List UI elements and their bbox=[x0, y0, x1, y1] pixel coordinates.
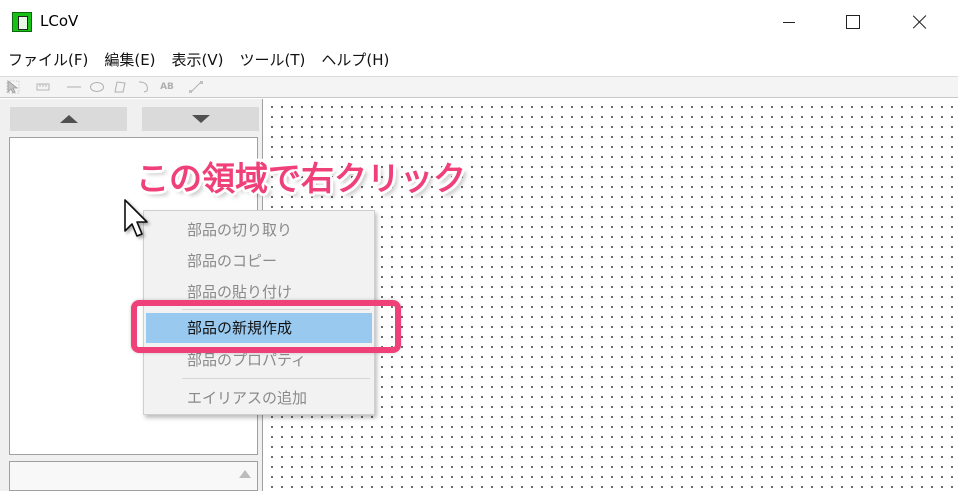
window-title: LCoV bbox=[40, 12, 79, 30]
polygon-icon[interactable] bbox=[112, 80, 128, 94]
close-icon bbox=[912, 14, 928, 30]
resize-icon[interactable] bbox=[188, 80, 204, 94]
mouse-cursor-icon bbox=[124, 199, 148, 237]
app-window: LCoV ファイル(F) 編集(E) 表示(V) ツール(T) ヘルプ(H) A… bbox=[0, 0, 958, 491]
menu-view[interactable]: 表示(V) bbox=[164, 46, 232, 74]
scroll-up-small-icon[interactable] bbox=[239, 470, 251, 478]
ruler-icon[interactable] bbox=[36, 80, 50, 94]
ellipse-icon[interactable] bbox=[89, 80, 105, 94]
menu-file[interactable]: ファイル(F) bbox=[0, 46, 96, 74]
menu-edit[interactable]: 編集(E) bbox=[96, 46, 163, 74]
arc-icon[interactable] bbox=[135, 80, 151, 94]
menu-bar: ファイル(F) 編集(E) 表示(V) ツール(T) ヘルプ(H) bbox=[0, 46, 958, 74]
menu-cut-part[interactable]: 部品の切り取り bbox=[144, 215, 374, 245]
title-bar: LCoV bbox=[0, 0, 958, 44]
line-icon[interactable] bbox=[66, 80, 82, 94]
menu-separator bbox=[182, 378, 370, 379]
highlight-frame bbox=[131, 300, 401, 353]
property-box[interactable] bbox=[9, 461, 258, 491]
scroll-down-button[interactable] bbox=[142, 107, 259, 131]
menu-tools[interactable]: ツール(T) bbox=[232, 46, 314, 74]
menu-copy-part[interactable]: 部品のコピー bbox=[144, 246, 374, 276]
triangle-up-icon bbox=[59, 115, 78, 123]
close-button[interactable] bbox=[897, 0, 943, 44]
scroll-up-button[interactable] bbox=[10, 107, 127, 131]
minimize-icon bbox=[783, 21, 795, 23]
text-icon[interactable]: AB bbox=[158, 80, 176, 94]
select-icon[interactable] bbox=[6, 80, 20, 94]
maximize-button[interactable] bbox=[830, 0, 876, 44]
menu-add-alias[interactable]: エイリアスの追加 bbox=[144, 383, 374, 413]
minimize-button[interactable] bbox=[766, 0, 812, 44]
app-icon bbox=[12, 12, 32, 32]
annotation-text: この領域で右クリック bbox=[136, 159, 466, 198]
maximize-icon bbox=[846, 15, 860, 29]
menu-help[interactable]: ヘルプ(H) bbox=[313, 46, 397, 74]
toolbar: AB bbox=[0, 76, 958, 98]
triangle-down-icon bbox=[191, 115, 210, 123]
